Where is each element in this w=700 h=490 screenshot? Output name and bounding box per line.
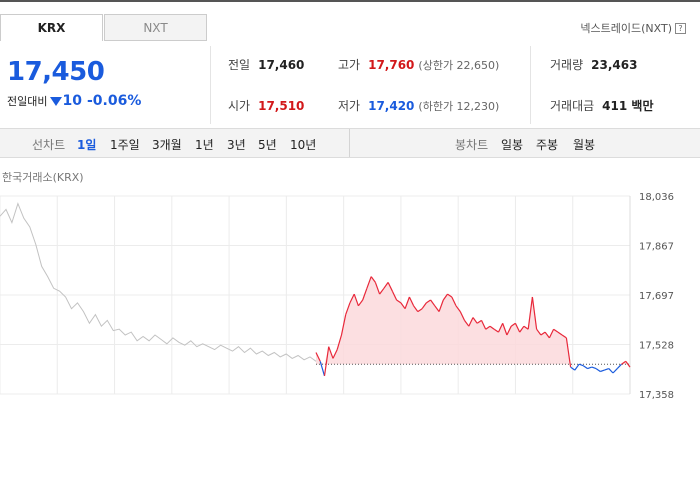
candle-monthly[interactable]: 월봉 bbox=[573, 136, 595, 153]
current-price: 17,450 bbox=[7, 57, 105, 87]
stat-value: 17,760 bbox=[368, 58, 415, 72]
divider bbox=[530, 46, 531, 124]
price-chart: 18,036 17,867 17,697 17,528 17,358 bbox=[0, 192, 674, 400]
period-10y[interactable]: 10년 bbox=[290, 136, 316, 153]
period-3m[interactable]: 3개월 bbox=[152, 136, 182, 153]
change-row: 전일대비 10 -0.06% bbox=[7, 93, 141, 109]
top-border bbox=[0, 0, 700, 2]
stat-high: 고가 17,760 (상한가 22,650) bbox=[338, 56, 499, 73]
stat-prev-close: 전일 17,460 bbox=[228, 56, 304, 73]
candle-chart-label: 봉차트 bbox=[455, 138, 489, 152]
stat-volume: 거래량 23,463 bbox=[550, 56, 637, 73]
stat-label: 고가 bbox=[338, 58, 361, 72]
period-1d[interactable]: 1일 bbox=[77, 136, 96, 153]
stat-label: 거래대금 bbox=[550, 99, 595, 113]
y-tick-label: 17,528 bbox=[639, 341, 674, 352]
change-label: 전일대비 bbox=[7, 95, 48, 108]
stat-value: 17,460 bbox=[258, 58, 305, 72]
session-segment-down bbox=[595, 368, 601, 372]
y-tick-label: 18,036 bbox=[639, 192, 674, 203]
line-chart-label: 선차트 bbox=[32, 138, 66, 152]
y-tick-label: 17,867 bbox=[639, 242, 674, 253]
session-segment-down bbox=[616, 363, 622, 370]
session-segment-down bbox=[608, 368, 614, 374]
session-segment-down bbox=[612, 368, 618, 374]
bar-divider bbox=[349, 129, 350, 157]
candle-daily[interactable]: 일봉 bbox=[501, 136, 523, 153]
session-segment-down bbox=[591, 366, 597, 370]
stat-label: 전일 bbox=[228, 58, 251, 72]
stat-label: 거래량 bbox=[550, 58, 584, 72]
stat-value: 23,463 bbox=[591, 58, 638, 72]
premarket-series-line bbox=[0, 202, 317, 362]
y-tick-label: 17,358 bbox=[639, 390, 674, 400]
down-triangle-icon bbox=[50, 97, 63, 106]
change-value: 10 bbox=[62, 93, 82, 109]
market-tabs: KRX NXT bbox=[0, 14, 210, 42]
nxt-info-link[interactable]: 넥스트레이드(NXT)? bbox=[580, 20, 686, 36]
session-segment-down bbox=[600, 369, 605, 373]
tab-nxt[interactable]: NXT bbox=[104, 14, 207, 41]
tab-krx[interactable]: KRX bbox=[0, 14, 103, 41]
stat-amount: 거래대금 411 백만 bbox=[550, 97, 653, 114]
change-percent: -0.06% bbox=[86, 93, 142, 109]
stat-open: 시가 17,510 bbox=[228, 97, 304, 114]
upper-limit-note: (상한가 22,650) bbox=[418, 59, 500, 72]
stat-value: 17,420 bbox=[368, 99, 415, 113]
session-segment-down bbox=[574, 363, 580, 371]
nxt-info-label: 넥스트레이드(NXT) bbox=[580, 22, 672, 35]
stat-label: 저가 bbox=[338, 99, 361, 113]
session-segment-down bbox=[587, 366, 593, 370]
stat-value: 17,510 bbox=[258, 99, 305, 113]
period-3y[interactable]: 3년 bbox=[227, 136, 246, 153]
stat-label: 시가 bbox=[228, 99, 251, 113]
y-tick-label: 17,697 bbox=[639, 291, 674, 302]
divider bbox=[210, 46, 211, 124]
session-segment-down bbox=[604, 368, 609, 371]
up-area-fill bbox=[316, 276, 630, 365]
period-5y[interactable]: 5년 bbox=[258, 136, 277, 153]
period-1w[interactable]: 1주일 bbox=[110, 136, 140, 153]
session-segment-down bbox=[582, 365, 588, 370]
period-bar: 선차트 1일 1주일 3개월 1년 3년 5년 10년 봉차트 일봉 주봉 월봉 bbox=[0, 128, 700, 158]
session-segment-down bbox=[578, 363, 584, 367]
stat-value: 411 백만 bbox=[602, 99, 654, 113]
period-1y[interactable]: 1년 bbox=[195, 136, 214, 153]
lower-limit-note: (하한가 12,230) bbox=[418, 100, 500, 113]
candle-weekly[interactable]: 주봉 bbox=[536, 136, 558, 153]
help-icon[interactable]: ? bbox=[675, 23, 686, 34]
stat-low: 저가 17,420 (하한가 12,230) bbox=[338, 97, 499, 114]
